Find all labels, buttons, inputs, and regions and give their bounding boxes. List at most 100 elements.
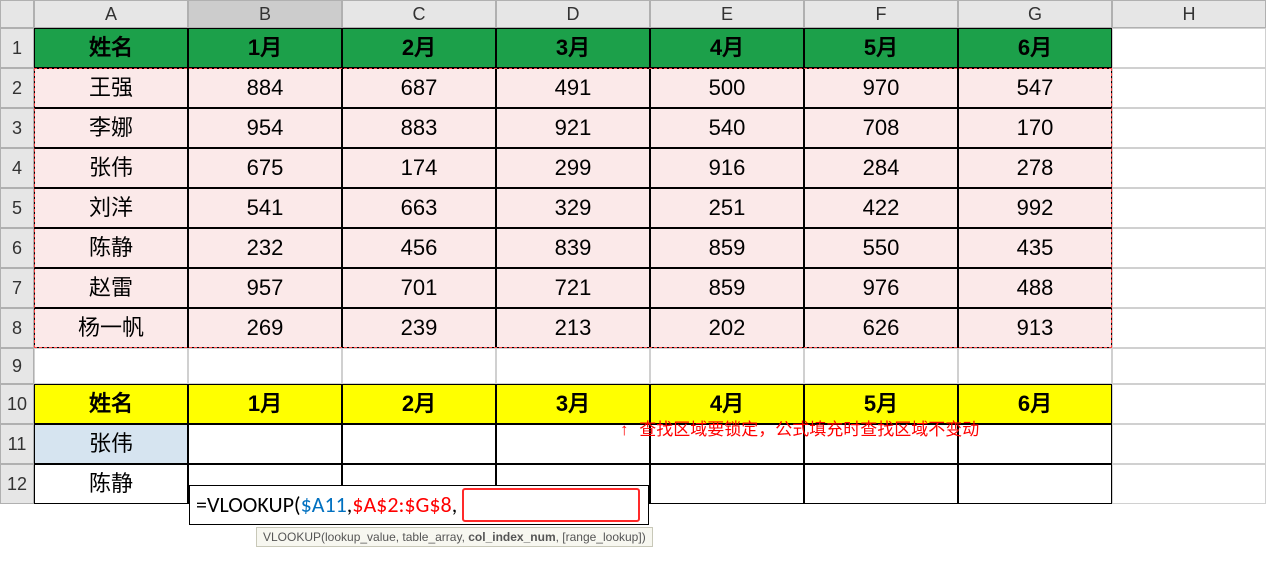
cell[interactable]: 456 (342, 228, 496, 268)
col-header-D[interactable]: D (496, 0, 650, 28)
cell[interactable]: 4月 (650, 28, 804, 68)
cell[interactable]: 232 (188, 228, 342, 268)
cell[interactable]: 547 (958, 68, 1112, 108)
cell[interactable]: 张伟 (34, 148, 188, 188)
cell[interactable] (1112, 148, 1266, 188)
row-header-2[interactable]: 2 (0, 68, 34, 108)
cell[interactable]: 970 (804, 68, 958, 108)
cell[interactable]: 251 (650, 188, 804, 228)
cell[interactable] (1112, 308, 1266, 348)
cell[interactable]: 675 (188, 148, 342, 188)
cell[interactable]: 284 (804, 148, 958, 188)
cell[interactable]: 687 (342, 68, 496, 108)
col-header-E[interactable]: E (650, 0, 804, 28)
row-header-4[interactable]: 4 (0, 148, 34, 188)
col-header-G[interactable]: G (958, 0, 1112, 28)
select-all-corner[interactable] (0, 0, 34, 28)
cell[interactable]: 540 (650, 108, 804, 148)
cell[interactable]: 5月 (804, 28, 958, 68)
cell[interactable]: 859 (650, 268, 804, 308)
cell-A11[interactable]: 张伟 (34, 424, 188, 464)
row-header-7[interactable]: 7 (0, 268, 34, 308)
cell[interactable]: 299 (496, 148, 650, 188)
cell[interactable] (1112, 108, 1266, 148)
cell[interactable]: 6月 (958, 28, 1112, 68)
cell[interactable] (1112, 28, 1266, 68)
cell[interactable] (1112, 188, 1266, 228)
cell[interactable] (188, 348, 342, 384)
cell[interactable]: 839 (496, 228, 650, 268)
cell[interactable]: 李娜 (34, 108, 188, 148)
row-header-1[interactable]: 1 (0, 28, 34, 68)
cell[interactable] (958, 464, 1112, 504)
cell[interactable]: 435 (958, 228, 1112, 268)
cell[interactable]: 721 (496, 268, 650, 308)
row-header-3[interactable]: 3 (0, 108, 34, 148)
cell[interactable] (1112, 384, 1266, 424)
cell[interactable]: 992 (958, 188, 1112, 228)
cell[interactable]: 663 (342, 188, 496, 228)
cell[interactable]: 884 (188, 68, 342, 108)
row-header-6[interactable]: 6 (0, 228, 34, 268)
col-header-F[interactable]: F (804, 0, 958, 28)
row-header-10[interactable]: 10 (0, 384, 34, 424)
cell[interactable]: 杨一帆 (34, 308, 188, 348)
cell[interactable] (650, 464, 804, 504)
cell[interactable]: 3月 (496, 28, 650, 68)
col-header-C[interactable]: C (342, 0, 496, 28)
row-header-11[interactable]: 11 (0, 424, 34, 464)
cell[interactable]: 976 (804, 268, 958, 308)
cell[interactable]: 赵雷 (34, 268, 188, 308)
cell[interactable]: 491 (496, 68, 650, 108)
cell[interactable] (804, 348, 958, 384)
cell[interactable]: 329 (496, 188, 650, 228)
cell[interactable]: 239 (342, 308, 496, 348)
cell[interactable]: 姓名 (34, 28, 188, 68)
row-header-12[interactable]: 12 (0, 464, 34, 504)
cell[interactable]: 626 (804, 308, 958, 348)
cell[interactable] (496, 348, 650, 384)
cell[interactable]: 1月 (188, 384, 342, 424)
cell[interactable]: 213 (496, 308, 650, 348)
cell[interactable]: 刘洋 (34, 188, 188, 228)
cell[interactable] (1112, 228, 1266, 268)
cell[interactable]: 541 (188, 188, 342, 228)
cell[interactable]: 859 (650, 228, 804, 268)
cell[interactable]: 550 (804, 228, 958, 268)
cell[interactable]: 921 (496, 108, 650, 148)
cell[interactable]: 2月 (342, 384, 496, 424)
cell[interactable] (958, 348, 1112, 384)
cell[interactable] (188, 424, 342, 464)
cell[interactable]: 957 (188, 268, 342, 308)
cell[interactable]: 422 (804, 188, 958, 228)
cell[interactable]: 954 (188, 108, 342, 148)
cell[interactable] (1112, 348, 1266, 384)
cell[interactable]: 916 (650, 148, 804, 188)
cell[interactable] (1112, 268, 1266, 308)
cell[interactable] (1112, 464, 1266, 504)
cell[interactable]: 278 (958, 148, 1112, 188)
cell[interactable]: 701 (342, 268, 496, 308)
cell[interactable] (342, 348, 496, 384)
cell[interactable] (342, 424, 496, 464)
cell[interactable]: 708 (804, 108, 958, 148)
cell[interactable]: 269 (188, 308, 342, 348)
row-header-9[interactable]: 9 (0, 348, 34, 384)
row-header-5[interactable]: 5 (0, 188, 34, 228)
col-header-A[interactable]: A (34, 0, 188, 28)
col-header-H[interactable]: H (1112, 0, 1266, 28)
cell[interactable]: 姓名 (34, 384, 188, 424)
cell[interactable]: 6月 (958, 384, 1112, 424)
cell[interactable]: 488 (958, 268, 1112, 308)
cell[interactable]: 500 (650, 68, 804, 108)
cell[interactable]: 170 (958, 108, 1112, 148)
cell[interactable] (650, 348, 804, 384)
cell[interactable] (804, 464, 958, 504)
col-header-B[interactable]: B (188, 0, 342, 28)
cell[interactable]: 913 (958, 308, 1112, 348)
cell[interactable]: 1月 (188, 28, 342, 68)
cell[interactable] (1112, 424, 1266, 464)
cell[interactable] (958, 424, 1112, 464)
cell[interactable]: 陈静 (34, 228, 188, 268)
cell-A12[interactable]: 陈静 (34, 464, 188, 504)
